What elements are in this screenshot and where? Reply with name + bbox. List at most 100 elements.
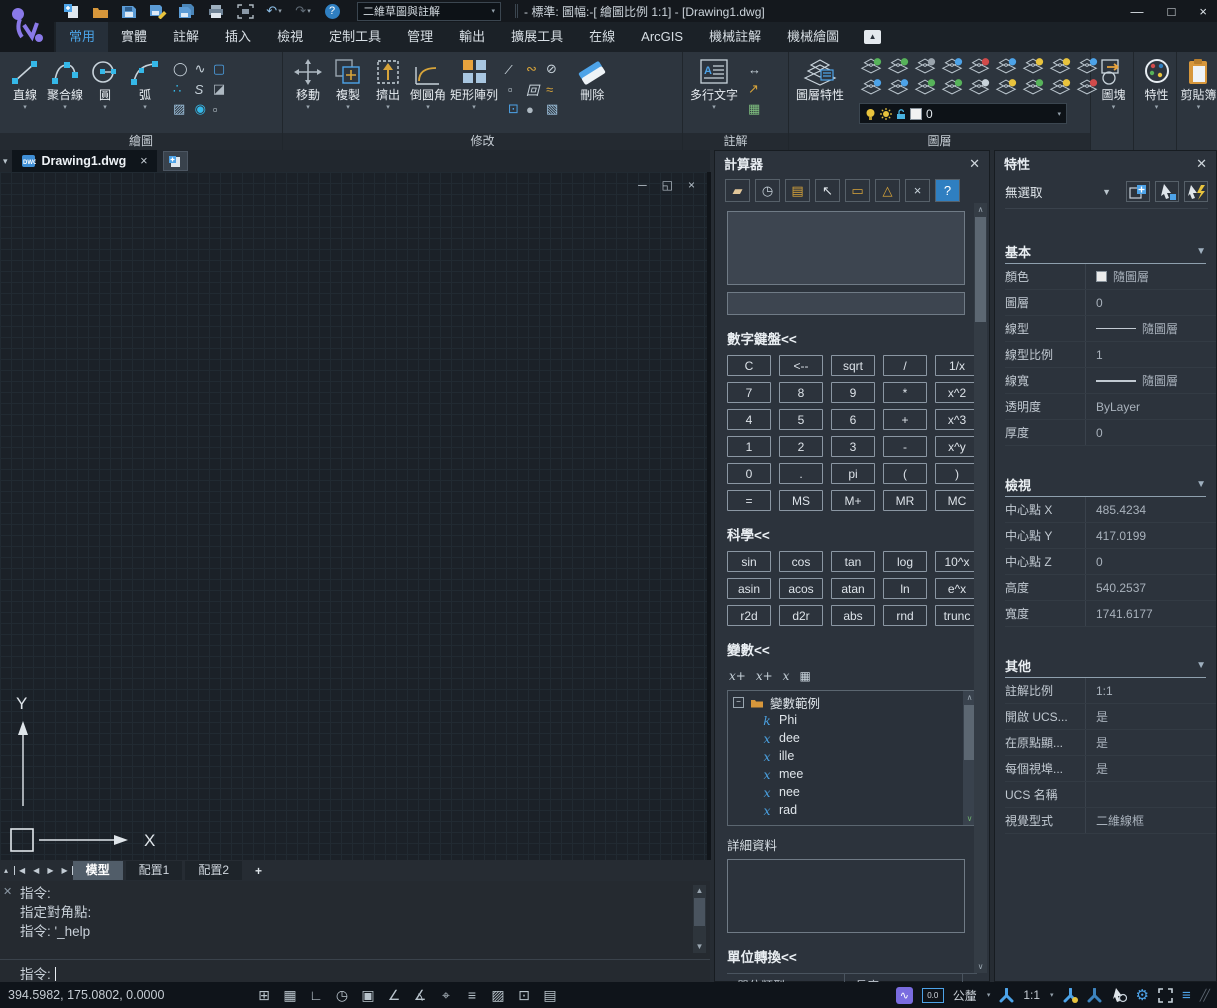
app-badge-icon[interactable]: ∿ xyxy=(896,987,913,1004)
mtext-button[interactable]: A 多行文字 ▾ xyxy=(688,55,740,113)
property-value[interactable]: 1741.6177 xyxy=(1086,607,1208,621)
scientific-header[interactable]: 科學<< xyxy=(727,524,977,544)
polar-tracking[interactable]: ◷ xyxy=(330,985,354,1006)
previous-layout-icon[interactable]: ◀ xyxy=(29,866,43,875)
property-value[interactable]: 1 xyxy=(1086,348,1208,362)
minimize-button[interactable]: — xyxy=(1131,4,1144,19)
calculator-key[interactable]: * xyxy=(883,382,927,403)
scroll-up-icon[interactable]: ▲ xyxy=(693,885,706,897)
collapse-node-icon[interactable]: − xyxy=(733,697,744,708)
layout-tab[interactable]: 配置2 xyxy=(185,861,242,880)
layer-match[interactable] xyxy=(1048,77,1072,96)
section-header-basic[interactable]: 基本 ▼ xyxy=(1005,239,1206,264)
scrollbar-thumb[interactable] xyxy=(694,898,705,926)
calculator-key[interactable]: d2r xyxy=(779,605,823,626)
property-value[interactable]: 是 xyxy=(1086,734,1208,751)
command-window-toggle-icon[interactable]: ▴ xyxy=(4,866,8,875)
calculator-key[interactable]: atan xyxy=(831,578,875,599)
layer-unlock[interactable] xyxy=(994,56,1018,75)
property-value[interactable]: 隨圖層 xyxy=(1086,320,1208,337)
layer-on-all[interactable] xyxy=(1021,56,1045,75)
calculator-key[interactable]: MS xyxy=(779,490,823,511)
layer-walk[interactable] xyxy=(886,77,910,96)
calculator-key[interactable]: C xyxy=(727,355,771,376)
scrollbar-thumb[interactable] xyxy=(975,217,986,322)
dynamic-input[interactable]: ⌖ xyxy=(434,985,458,1006)
close-icon[interactable]: ✕ xyxy=(969,156,980,172)
variable-row[interactable]: x dee xyxy=(761,729,960,747)
intersection-of-lines[interactable]: × xyxy=(905,179,930,202)
coordinates-readout[interactable]: 394.5982, 175.0802, 0.0000 xyxy=(8,988,238,1002)
clear[interactable]: ▰ xyxy=(725,179,750,202)
ribbon-tab[interactable]: 檢視 xyxy=(264,22,316,52)
new-document-tab-button[interactable] xyxy=(163,151,188,171)
property-row[interactable]: 在原點顯... 是 xyxy=(1005,730,1216,756)
calculator-key[interactable]: 4 xyxy=(727,409,771,430)
calculator-key[interactable]: <-- xyxy=(779,355,823,376)
ellipse[interactable]: ◯▾ xyxy=(173,61,188,77)
open-file-icon[interactable] xyxy=(91,3,109,19)
stretch[interactable]: ▫▾ xyxy=(508,81,519,97)
ribbon-tab[interactable]: 插入 xyxy=(212,22,264,52)
paste-to-command-line[interactable]: ▤ xyxy=(785,179,810,202)
calculator-scrollbar[interactable]: ∧ ∨ xyxy=(974,203,987,973)
layer-freeze[interactable] xyxy=(940,56,964,75)
property-row[interactable]: 圖層 0 xyxy=(1005,290,1216,316)
property-row[interactable]: 透明度 ByLayer xyxy=(1005,394,1216,420)
calculator-key[interactable]: . xyxy=(779,463,823,484)
ribbon-tab[interactable]: 註解 xyxy=(160,22,212,52)
next-layout-icon[interactable]: ▶ xyxy=(43,866,57,875)
calculator-key[interactable]: tan xyxy=(831,551,875,572)
property-row[interactable]: 中心點 X 485.4234 xyxy=(1005,497,1216,523)
layer-states-manager[interactable] xyxy=(859,77,883,96)
layer-isolate[interactable] xyxy=(994,77,1018,96)
fillet-button[interactable]: 倒圓角 ▾ xyxy=(408,55,448,113)
scroll-up-icon[interactable]: ∧ xyxy=(974,203,987,216)
viewport-restore-icon[interactable]: ◱ xyxy=(662,178,673,192)
new-file-icon[interactable] xyxy=(62,3,80,19)
command-input[interactable]: 指令: xyxy=(0,959,710,982)
variable-row[interactable]: x vee xyxy=(761,819,960,826)
break[interactable]: ⊘▾ xyxy=(546,61,558,77)
edit-hatch[interactable]: ▧▾ xyxy=(546,101,558,117)
transparency-display[interactable]: ▨ xyxy=(486,985,510,1006)
section-header-misc[interactable]: 其他 ▼ xyxy=(1005,653,1206,678)
revision-cloud[interactable]: ∿▾ xyxy=(195,61,206,77)
property-value[interactable]: 417.0199 xyxy=(1086,529,1208,543)
last-layout-icon[interactable]: ▶ xyxy=(57,866,72,875)
ribbon-tab[interactable]: 輸出 xyxy=(446,22,498,52)
arc-button[interactable]: 弧 ▾ xyxy=(125,55,165,113)
variables-header[interactable]: 變數<< xyxy=(727,639,977,659)
calculator-key[interactable]: ( xyxy=(883,463,927,484)
align[interactable]: 回▾ xyxy=(526,81,539,97)
property-value[interactable]: 0 xyxy=(1086,296,1208,310)
calculator-key[interactable]: / xyxy=(883,355,927,376)
property-row[interactable]: UCS 名稱 xyxy=(1005,782,1216,808)
calculator-key[interactable]: rnd xyxy=(883,605,927,626)
variable-row[interactable]: x mee xyxy=(761,765,960,783)
first-layout-icon[interactable]: ◀ xyxy=(14,866,29,875)
delete-variable[interactable]: x xyxy=(783,669,790,683)
add-layout-button[interactable]: + xyxy=(245,864,272,878)
calculator-key[interactable]: sqrt xyxy=(831,355,875,376)
calculator-key[interactable]: 3 xyxy=(831,436,875,457)
block-button[interactable]: 圖塊 ▾ xyxy=(1094,55,1134,113)
spline[interactable]: S▾ xyxy=(195,81,206,97)
grid-display[interactable]: ▦ xyxy=(278,985,302,1006)
calculator-key[interactable]: x^3 xyxy=(935,409,979,430)
plot-icon[interactable] xyxy=(207,3,225,19)
get-coordinates[interactable]: ↖ xyxy=(815,179,840,202)
property-value[interactable]: 隨圖層 xyxy=(1086,372,1208,389)
rectangular-array-button[interactable]: 矩形陣列 ▾ xyxy=(448,55,500,113)
ortho-mode[interactable]: ∟ xyxy=(304,985,328,1006)
ribbon-tab[interactable]: 常用 xyxy=(56,22,108,52)
snap-mode[interactable]: ⊞ xyxy=(252,985,276,1006)
units-header[interactable]: 單位轉換<< xyxy=(727,946,977,966)
help-icon[interactable]: ? xyxy=(323,3,341,19)
ribbon-tab[interactable]: 在線 xyxy=(576,22,628,52)
calculator-key[interactable]: 7 xyxy=(727,382,771,403)
layer-thaw-all[interactable] xyxy=(1048,56,1072,75)
layer-make-current[interactable] xyxy=(940,77,964,96)
property-value[interactable]: 是 xyxy=(1086,708,1208,725)
isometric-drafting[interactable]: ∠ xyxy=(382,985,406,1006)
